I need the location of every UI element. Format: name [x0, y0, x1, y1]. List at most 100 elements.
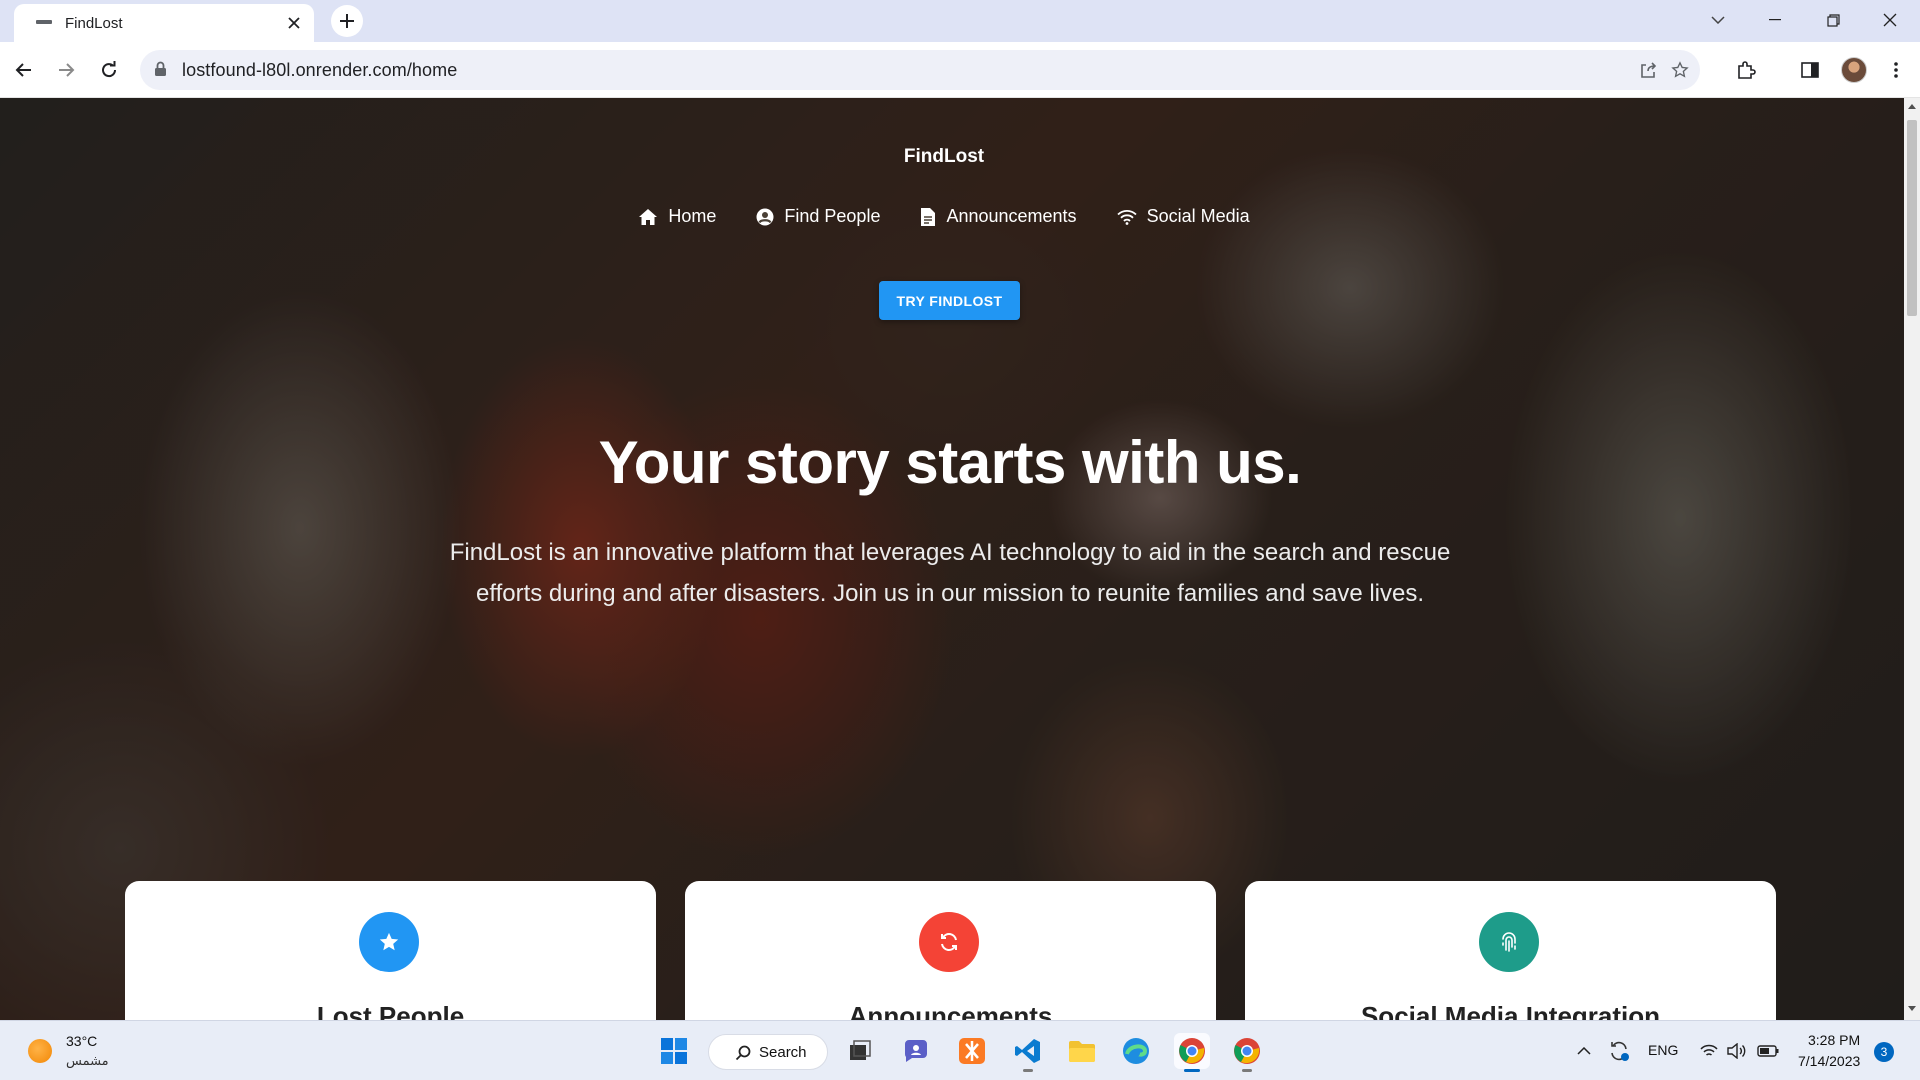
vscode-icon	[1015, 1039, 1040, 1063]
start-button[interactable]	[656, 1033, 692, 1069]
nav-home-label: Home	[668, 206, 717, 226]
card-icon-circle	[359, 912, 419, 972]
document-icon	[921, 207, 936, 226]
clock-date[interactable]: 7/14/2023	[1798, 1053, 1860, 1069]
new-tab-button[interactable]	[331, 5, 363, 37]
try-findlost-button[interactable]: TRY FINDLOST	[879, 281, 1020, 320]
windows-logo-icon	[661, 1038, 687, 1064]
nav-find-people-label: Find People	[784, 206, 881, 226]
chat-icon	[904, 1040, 927, 1062]
minimize-button[interactable]	[1752, 4, 1798, 36]
forward-button[interactable]	[50, 54, 82, 86]
card-lost-people[interactable]: Lost People	[125, 881, 656, 1020]
profile-avatar[interactable]	[1841, 57, 1867, 83]
arrow-right-icon	[59, 63, 75, 77]
puzzle-icon	[1738, 61, 1756, 79]
site-brand[interactable]: FindLost	[0, 146, 1888, 168]
nav-social-media-label: Social Media	[1146, 206, 1250, 226]
back-button[interactable]	[8, 54, 40, 86]
taskbar: 33°C مشمس Search ENG 3:28 PM 7/14/2023 3	[0, 1020, 1920, 1080]
chrome-app-second[interactable]	[1229, 1033, 1265, 1072]
tab-close-icon[interactable]	[282, 11, 306, 35]
chrome-icon	[1179, 1038, 1205, 1064]
scroll-up-arrow-icon[interactable]	[1908, 104, 1916, 109]
page-scrollbar[interactable]	[1904, 98, 1920, 1020]
nav-find-people[interactable]: Find People	[756, 206, 880, 227]
battery-icon[interactable]	[1754, 1033, 1782, 1069]
active-indicator	[1184, 1069, 1200, 1072]
tab-search-chevron-down-icon[interactable]	[1695, 4, 1741, 36]
nav-announcements[interactable]: Announcements	[920, 206, 1077, 227]
scrollbar-thumb[interactable]	[1907, 120, 1917, 316]
scroll-down-arrow-icon[interactable]	[1908, 1006, 1916, 1011]
plus-icon	[340, 14, 354, 28]
folder-icon	[1069, 1041, 1095, 1062]
vscode-app[interactable]	[1010, 1033, 1046, 1072]
file-explorer-app[interactable]	[1064, 1033, 1100, 1069]
card-icon-circle	[1479, 912, 1539, 972]
address-bar[interactable]: lostfound-l80l.onrender.com/home	[140, 50, 1700, 90]
reload-button[interactable]	[93, 54, 125, 86]
input-language[interactable]: ENG	[1648, 1042, 1678, 1058]
running-indicator	[1023, 1069, 1033, 1072]
task-view-button[interactable]	[842, 1033, 878, 1069]
hero-description: FindLost is an innovative platform that …	[449, 539, 1451, 607]
more-vertical-icon	[1894, 62, 1898, 78]
card-announcements[interactable]: Announcements	[685, 881, 1216, 1020]
url-text[interactable]: lostfound-l80l.onrender.com/home	[182, 60, 457, 81]
fingerprint-icon	[1502, 932, 1516, 952]
wifi-status-icon[interactable]	[1696, 1033, 1722, 1069]
side-panel-icon	[1801, 62, 1819, 78]
clock-time[interactable]: 3:28 PM	[1808, 1032, 1860, 1048]
extensions-button[interactable]	[1730, 54, 1762, 86]
browser-tab[interactable]: FindLost	[14, 4, 314, 42]
main-nav: Home Find People Announcements Social Me…	[0, 206, 1888, 227]
lock-icon[interactable]	[154, 61, 167, 77]
weather-description[interactable]: مشمس	[66, 1053, 109, 1069]
notification-badge[interactable]: 3	[1874, 1042, 1894, 1062]
xampp-icon	[959, 1038, 985, 1064]
weather-sun-icon[interactable]	[28, 1039, 52, 1063]
browser-menu-button[interactable]	[1880, 54, 1912, 86]
page-viewport: FindLost Home Find People Announcements …	[0, 98, 1904, 1020]
refresh-icon	[941, 933, 957, 951]
sync-status-icon[interactable]	[1604, 1033, 1634, 1069]
tray-overflow-chevron-up-icon[interactable]	[1572, 1033, 1596, 1069]
user-circle-icon	[756, 208, 774, 225]
card-title: Social Media Integration	[1360, 1001, 1661, 1020]
card-icon-circle	[919, 912, 979, 972]
hero-headline: Your story starts with us.	[598, 429, 1302, 496]
weather-temperature[interactable]: 33°C	[66, 1033, 97, 1049]
card-title: Lost People	[316, 1001, 465, 1020]
taskbar-search[interactable]: Search	[708, 1034, 828, 1070]
nav-announcements-label: Announcements	[946, 206, 1077, 226]
volume-icon[interactable]	[1724, 1033, 1750, 1069]
search-icon	[735, 1045, 751, 1061]
browser-toolbar: lostfound-l80l.onrender.com/home	[0, 42, 1920, 98]
task-view-icon	[850, 1040, 871, 1060]
running-indicator	[1242, 1069, 1252, 1072]
bookmark-star-icon[interactable]	[1666, 56, 1694, 84]
share-icon[interactable]	[1634, 56, 1662, 84]
reload-icon	[102, 61, 117, 78]
teams-chat-app[interactable]	[898, 1033, 934, 1069]
site-favicon-icon	[36, 20, 52, 24]
browser-tab-strip: FindLost	[0, 0, 1920, 42]
restore-button[interactable]	[1810, 4, 1856, 36]
chrome-app-active[interactable]	[1174, 1033, 1210, 1072]
arrow-left-icon	[15, 63, 31, 77]
edge-app[interactable]	[1118, 1033, 1154, 1069]
close-window-button[interactable]	[1867, 4, 1913, 36]
tab-title: FindLost	[65, 15, 123, 32]
card-title: Announcements	[848, 1001, 1053, 1020]
star-icon	[379, 932, 399, 951]
nav-social-media[interactable]: Social Media	[1116, 206, 1250, 227]
taskbar-search-label: Search	[759, 1044, 807, 1061]
home-icon	[639, 208, 658, 225]
side-panel-button[interactable]	[1794, 54, 1826, 86]
xampp-app[interactable]	[954, 1033, 990, 1069]
nav-home[interactable]: Home	[638, 206, 716, 227]
chrome-icon	[1234, 1038, 1260, 1064]
card-social-media-integration[interactable]: Social Media Integration	[1245, 881, 1776, 1020]
wifi-icon	[1116, 209, 1137, 225]
